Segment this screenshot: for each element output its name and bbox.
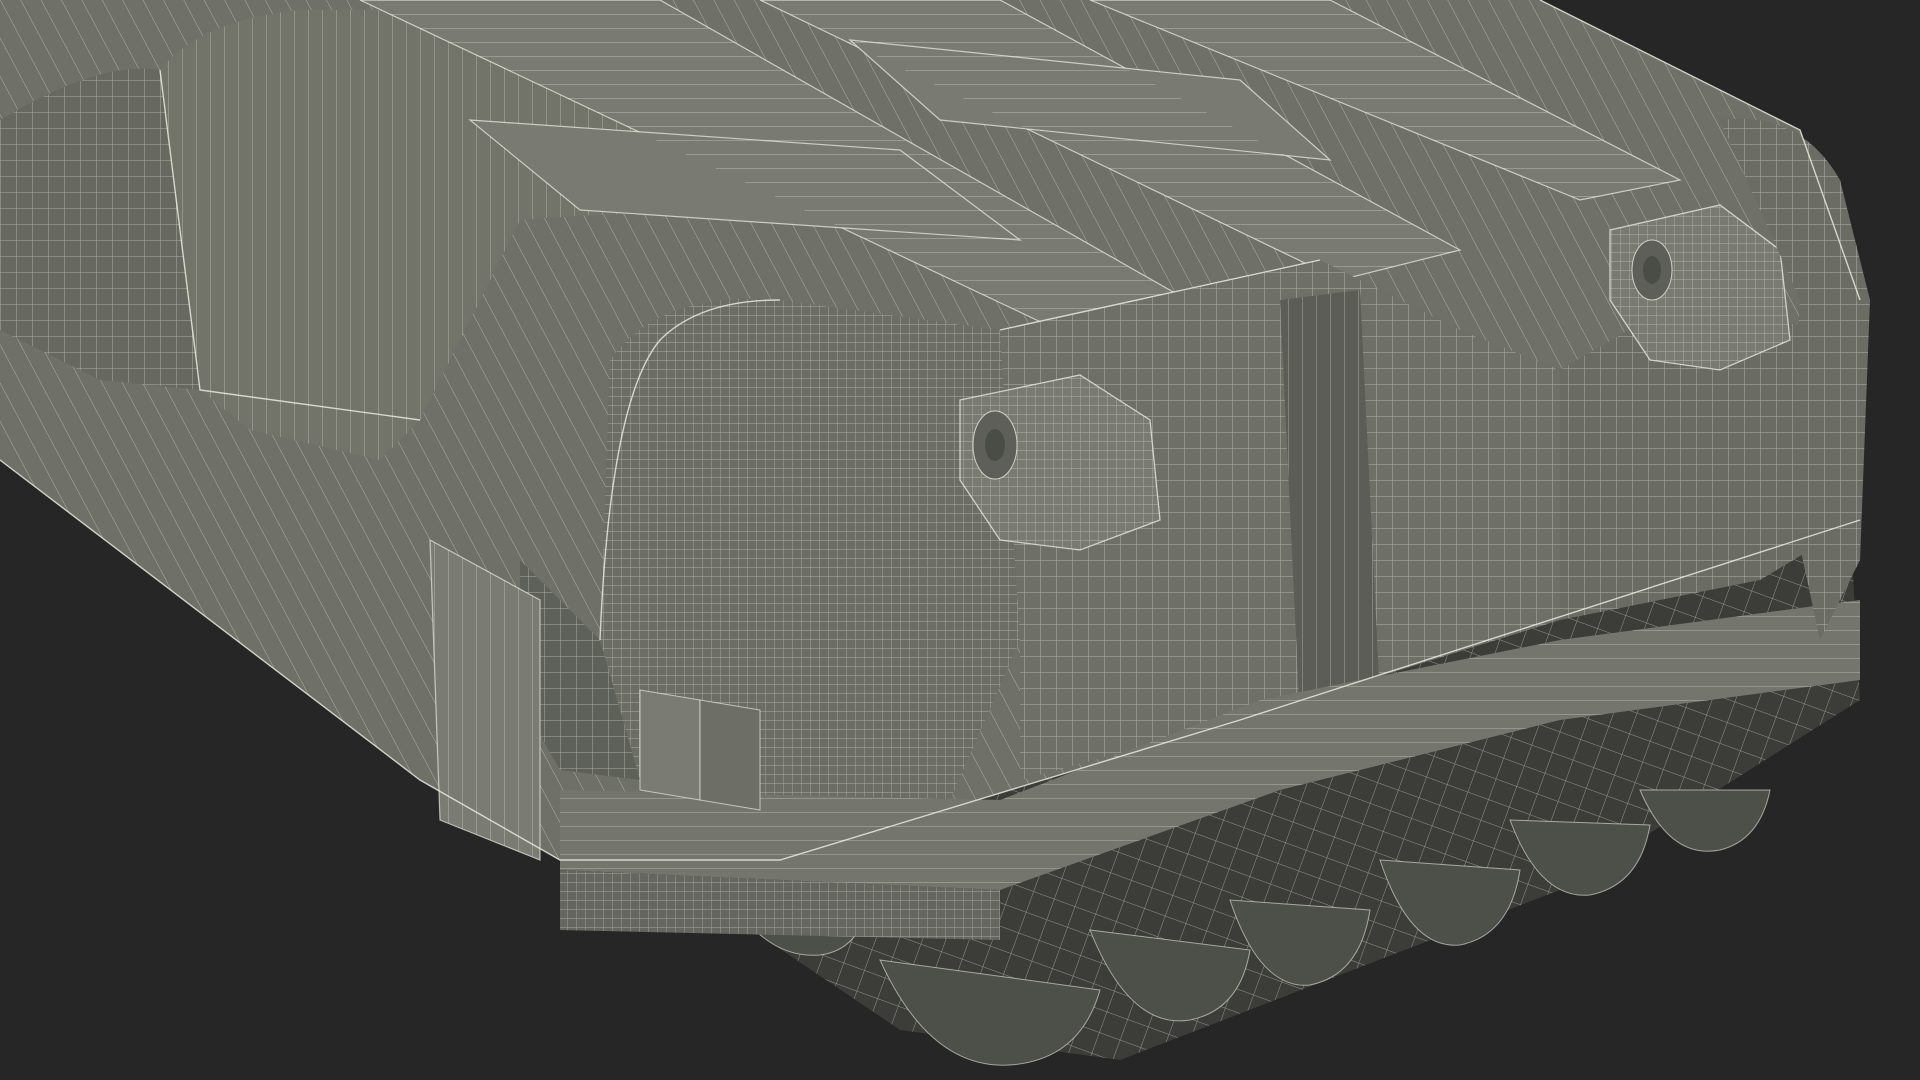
render-viewport [0,0,1920,1080]
wireframe-render [0,0,1870,1066]
